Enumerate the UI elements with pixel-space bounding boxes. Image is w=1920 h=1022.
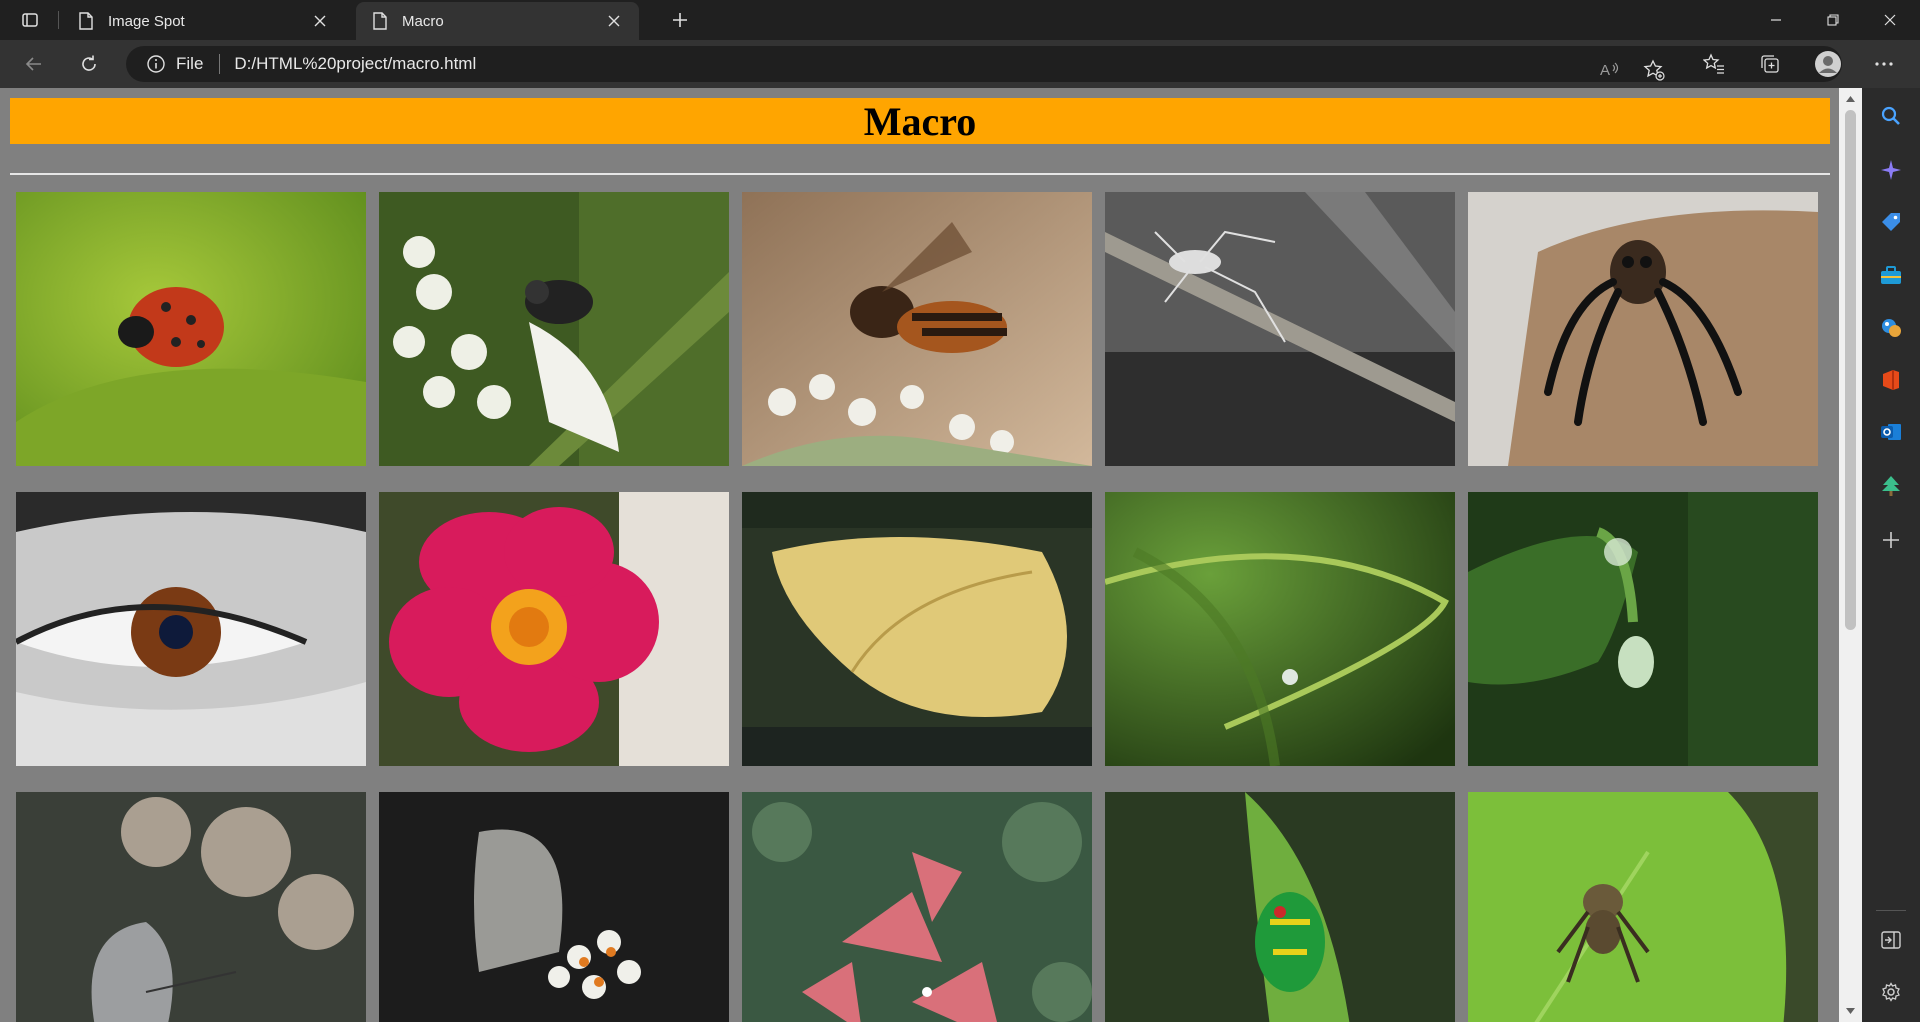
favorites-icon: [1703, 53, 1724, 74]
read-aloud-icon[interactable]: A: [1592, 52, 1628, 88]
settings-menu-button[interactable]: [1866, 48, 1902, 80]
page-icon: [370, 11, 390, 31]
settings-icon[interactable]: [1879, 980, 1903, 1004]
photo-bougainvillea[interactable]: [742, 792, 1092, 1022]
photo-fly[interactable]: [379, 192, 729, 466]
page-title: Macro: [863, 98, 977, 144]
back-arrow-icon: [25, 57, 41, 71]
new-tab-button[interactable]: [664, 6, 696, 34]
tab-actions-icon: [22, 13, 38, 27]
tab-macro[interactable]: Macro: [356, 2, 639, 40]
profile-button[interactable]: [1810, 48, 1846, 80]
photo-grey-butterfly[interactable]: [379, 792, 729, 1022]
photo-dewdrop-grass[interactable]: [1105, 492, 1455, 766]
photo-pink-rose[interactable]: [379, 492, 729, 766]
horizontal-rule: [10, 173, 1830, 175]
photo-jumping-spider[interactable]: [1468, 192, 1818, 466]
address-divider: [219, 54, 221, 74]
photo-eye[interactable]: [16, 492, 366, 766]
scroll-down-icon[interactable]: [1839, 1002, 1862, 1020]
tab-image-spot[interactable]: Image Spot: [62, 2, 345, 40]
games-icon[interactable]: [1879, 316, 1903, 340]
plus-icon: [673, 13, 687, 27]
svg-text:A: A: [1600, 62, 1610, 79]
browser-toolbar: File D:/HTML%20project/macro.html A: [0, 40, 1920, 88]
photo-spider-green-leaf[interactable]: [1468, 792, 1818, 1022]
tab-strip: Image Spot Macro: [0, 0, 1920, 40]
address-url[interactable]: D:/HTML%20project/macro.html: [234, 54, 476, 74]
tab-divider: [58, 11, 59, 29]
office-icon[interactable]: [1879, 368, 1903, 392]
close-icon: [1884, 14, 1896, 26]
scroll-thumb[interactable]: [1845, 110, 1856, 630]
scroll-up-icon[interactable]: [1839, 90, 1862, 108]
photo-ladybug[interactable]: [16, 192, 366, 466]
close-window-button[interactable]: [1862, 0, 1918, 40]
web-page: Macro: [0, 88, 1839, 1022]
copilot-icon[interactable]: [1879, 158, 1903, 182]
photo-yellow-bud[interactable]: [742, 492, 1092, 766]
refresh-button[interactable]: [71, 48, 107, 80]
site-info-icon[interactable]: [146, 54, 166, 74]
back-button[interactable]: [16, 48, 52, 80]
outlook-icon[interactable]: [1879, 420, 1903, 444]
restore-button[interactable]: [1805, 0, 1861, 40]
vertical-scrollbar[interactable]: [1839, 88, 1862, 1022]
address-scheme: File: [176, 54, 204, 73]
split-screen-icon[interactable]: [1879, 928, 1903, 952]
tab-title: Macro: [402, 12, 444, 30]
page-header: Macro: [10, 98, 1830, 144]
tree-icon[interactable]: [1879, 474, 1903, 498]
avatar-icon: [1815, 51, 1841, 77]
sidebar-divider: [1876, 910, 1906, 911]
photo-bee[interactable]: [742, 192, 1092, 466]
add-icon[interactable]: [1879, 528, 1903, 552]
tab-actions-button[interactable]: [12, 6, 48, 34]
collections-icon: [1761, 55, 1779, 73]
photo-white-spider[interactable]: [1105, 192, 1455, 466]
photo-blue-butterfly[interactable]: [16, 792, 366, 1022]
refresh-icon: [82, 55, 96, 71]
collections-button[interactable]: [1752, 48, 1788, 80]
search-icon[interactable]: [1879, 104, 1903, 128]
address-bar[interactable]: File D:/HTML%20project/macro.html A: [126, 46, 1842, 82]
close-tab-icon[interactable]: [309, 10, 331, 32]
add-favorite-icon[interactable]: [1636, 52, 1672, 88]
close-tab-icon[interactable]: [603, 10, 625, 32]
photo-jewel-beetle[interactable]: [1105, 792, 1455, 1022]
page-icon: [76, 11, 96, 31]
tab-title: Image Spot: [108, 12, 185, 30]
favorites-button[interactable]: [1696, 48, 1732, 80]
restore-icon: [1827, 14, 1839, 26]
more-icon: [1875, 62, 1893, 66]
minimize-icon: [1771, 19, 1781, 21]
photo-water-drop-leaf[interactable]: [1468, 492, 1818, 766]
edge-sidebar: [1862, 88, 1920, 1022]
toolbox-icon[interactable]: [1879, 264, 1903, 288]
tag-icon[interactable]: [1879, 210, 1903, 234]
minimize-button[interactable]: [1748, 0, 1804, 40]
